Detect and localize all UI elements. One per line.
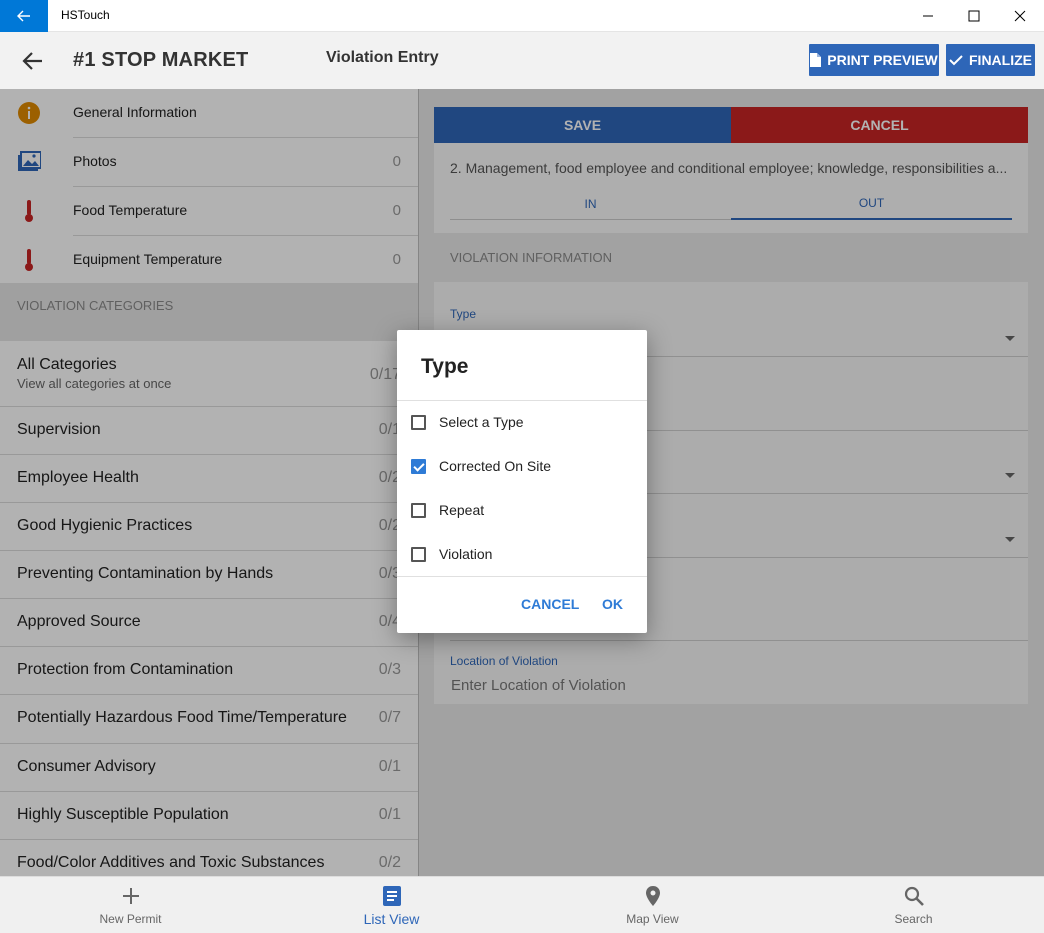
nav-search[interactable]: Search: [783, 877, 1044, 933]
checkbox-checked[interactable]: [411, 459, 426, 474]
back-arrow-icon[interactable]: [22, 50, 44, 72]
print-preview-label: PRINT PREVIEW: [827, 52, 938, 68]
back-arrow-icon: [17, 10, 30, 22]
nav-list-view[interactable]: List View: [261, 877, 522, 933]
checkbox[interactable]: [411, 547, 426, 562]
checkbox[interactable]: [411, 503, 426, 518]
window-title: HSTouch: [61, 8, 110, 22]
window-back-button[interactable]: [0, 0, 48, 32]
plus-icon: [122, 888, 139, 904]
nav-label: List View: [363, 911, 420, 927]
document-icon: [810, 53, 822, 67]
page-title: Violation Entry: [326, 49, 439, 66]
nav-new-permit[interactable]: New Permit: [0, 877, 261, 933]
type-dialog: Type Select a Type Corrected On Site Rep…: [397, 330, 647, 633]
option-corrected-on-site[interactable]: Corrected On Site: [397, 445, 647, 489]
nav-label: Search: [894, 912, 933, 926]
option-label: Corrected On Site: [439, 458, 552, 474]
window-titlebar: HSTouch: [0, 0, 1044, 32]
store-name: #1 STOP MARKET: [73, 49, 249, 71]
bottom-navigation: New Permit List View Map View Search: [0, 876, 1044, 933]
map-pin-icon: [645, 886, 660, 906]
dialog-ok-button[interactable]: OK: [602, 596, 623, 612]
list-icon: [382, 886, 401, 906]
check-icon: [949, 55, 963, 66]
option-repeat[interactable]: Repeat: [397, 489, 647, 533]
dialog-title: Type: [421, 355, 469, 378]
close-icon: [1014, 10, 1026, 22]
print-preview-button[interactable]: PRINT PREVIEW: [809, 44, 939, 76]
maximize-icon: [968, 10, 980, 22]
checkbox[interactable]: [411, 415, 426, 430]
nav-label: New Permit: [99, 912, 162, 926]
maximize-button[interactable]: [951, 0, 997, 32]
finalize-button[interactable]: FINALIZE: [946, 44, 1035, 76]
divider: [397, 576, 647, 577]
dialog-cancel-button[interactable]: CANCEL: [521, 596, 579, 612]
option-label: Select a Type: [439, 414, 524, 430]
option-label: Violation: [439, 546, 493, 562]
nav-label: Map View: [626, 912, 679, 926]
option-violation[interactable]: Violation: [397, 533, 647, 577]
finalize-label: FINALIZE: [969, 52, 1032, 68]
minimize-button[interactable]: [905, 0, 951, 32]
minimize-icon: [923, 15, 933, 17]
close-window-button[interactable]: [997, 0, 1043, 32]
search-icon: [904, 886, 924, 906]
app-header: #1 STOP MARKET Violation Entry PRINT PRE…: [0, 32, 1044, 89]
option-select-a-type[interactable]: Select a Type: [397, 401, 647, 445]
nav-map-view[interactable]: Map View: [522, 877, 783, 933]
option-label: Repeat: [439, 502, 485, 518]
